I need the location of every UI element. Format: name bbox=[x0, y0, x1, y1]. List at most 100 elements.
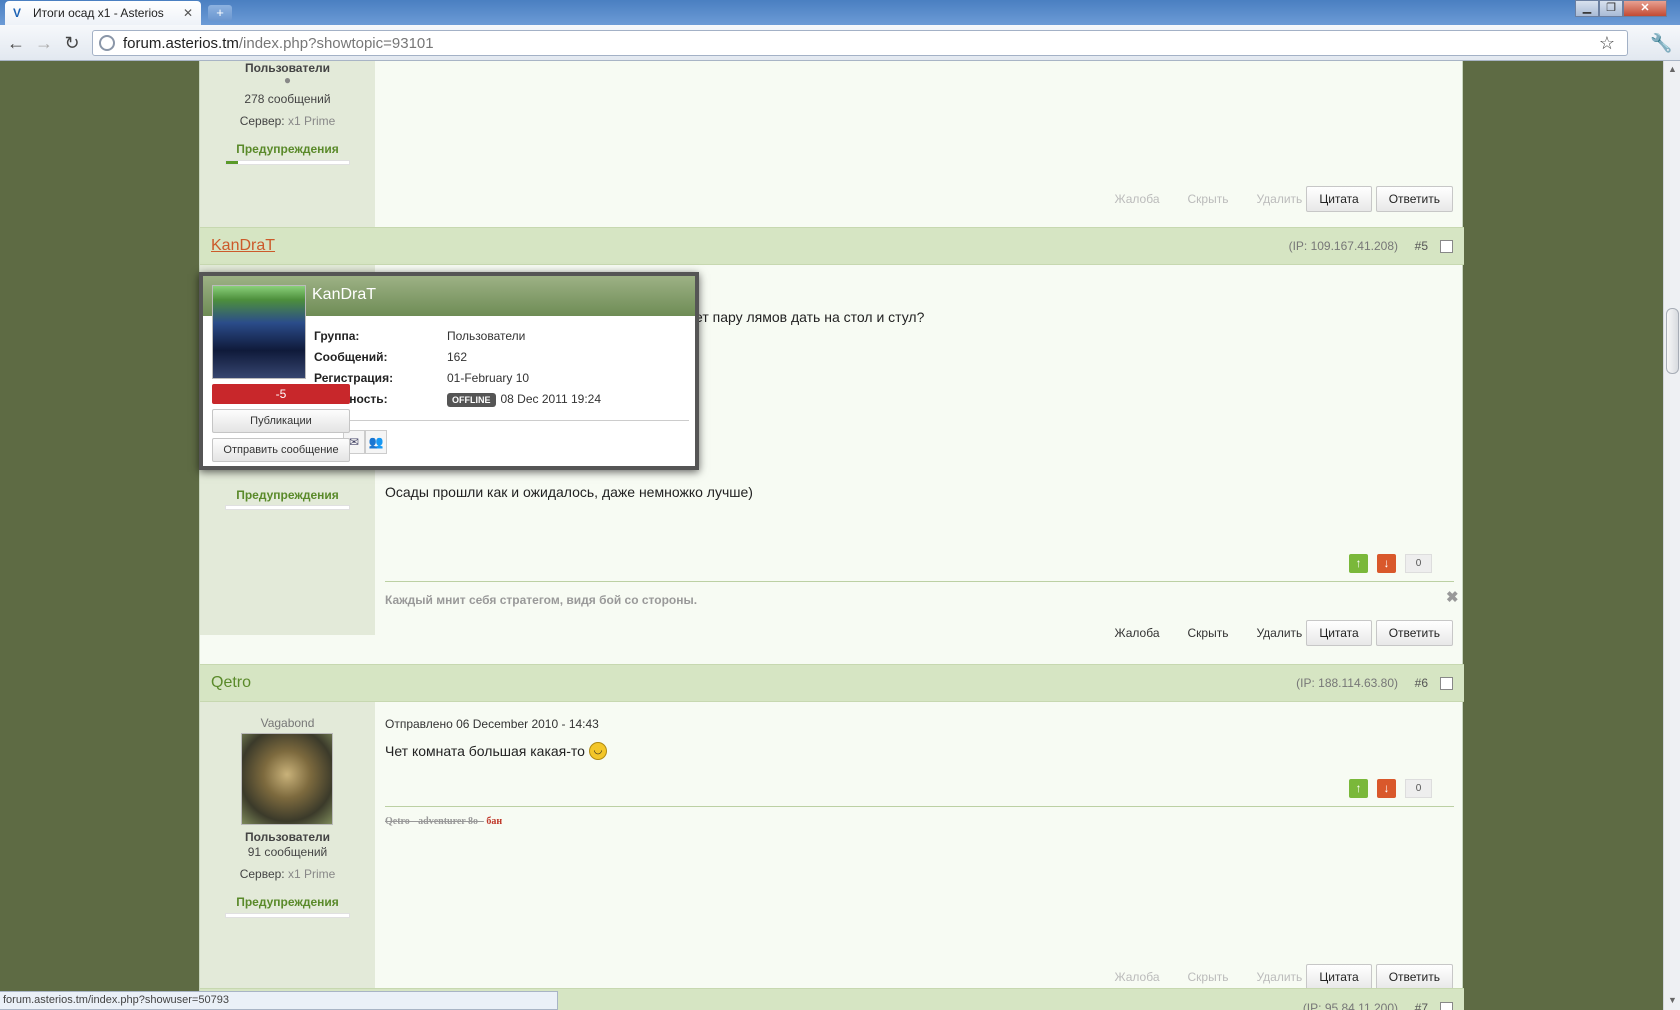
member-title: Vagabond bbox=[260, 716, 315, 730]
vote-down-icon[interactable]: ↓ bbox=[1377, 779, 1396, 798]
server-name: x1 Prime bbox=[287, 867, 336, 881]
publications-button[interactable]: Публикации bbox=[212, 409, 350, 433]
close-signature-icon[interactable]: ✖ bbox=[1446, 588, 1459, 606]
user-card-popup: KanDraT Группа: Пользователи Сообщений: … bbox=[199, 272, 699, 470]
popup-registration-row: Регистрация: 01-February 10 bbox=[314, 371, 529, 385]
warnings-link[interactable]: Предупреждения bbox=[200, 488, 375, 502]
post-6-number[interactable]: #6 bbox=[1415, 676, 1428, 690]
reply-button[interactable]: Ответить bbox=[1375, 964, 1453, 990]
post-4-actions: Жалоба Скрыть Удалить Цитата Ответить bbox=[1087, 186, 1453, 212]
post-6-sidebar: Vagabond Пользователи 91 сообщений Серве… bbox=[200, 702, 375, 988]
back-icon[interactable]: ← bbox=[6, 33, 26, 53]
dot-icon: ● bbox=[283, 73, 292, 87]
window-controls: ▁ ❐ ✕ bbox=[1575, 0, 1667, 18]
post-5-rating: ↑ ↓ 0 bbox=[1340, 554, 1432, 573]
server-line: Сервер: x1 Prime bbox=[200, 867, 375, 881]
wrench-menu-icon[interactable]: 🔧 bbox=[1650, 33, 1672, 54]
popup-avatar[interactable] bbox=[212, 285, 306, 379]
address-bar[interactable]: forum.asterios.tm /index.php?showtopic=9… bbox=[92, 30, 1628, 56]
popup-activity-row: Активность: OFFLINE 08 Dec 2011 19:24 bbox=[314, 392, 602, 407]
scroll-thumb[interactable] bbox=[1666, 308, 1679, 374]
rating-score: 0 bbox=[1405, 554, 1432, 573]
popup-posts-row: Сообщений: 162 bbox=[314, 350, 467, 364]
reply-button[interactable]: Ответить bbox=[1375, 186, 1453, 212]
quote-button[interactable]: Цитата bbox=[1306, 620, 1372, 646]
popup-divider bbox=[314, 420, 689, 421]
post-6-actions: Жалоба Скрыть Удалить Цитата Ответить bbox=[1087, 964, 1453, 990]
popup-group-row: Группа: Пользователи bbox=[314, 329, 525, 343]
delete-link[interactable]: Удалить bbox=[1256, 626, 1302, 640]
warnings-bar bbox=[225, 160, 350, 165]
post-6-rating: ↑ ↓ 0 bbox=[1340, 779, 1432, 798]
url-host: forum.asterios.tm bbox=[123, 34, 239, 52]
delete-link[interactable]: Удалить bbox=[1256, 192, 1302, 206]
complain-link[interactable]: Жалоба bbox=[1115, 626, 1160, 640]
hide-link[interactable]: Скрыть bbox=[1188, 192, 1229, 206]
complain-link[interactable]: Жалоба bbox=[1115, 192, 1160, 206]
forward-icon[interactable]: → bbox=[34, 33, 54, 53]
server-label: Сервер: bbox=[239, 114, 285, 128]
browser-toolbar: ← → ↻ forum.asterios.tm /index.php?showt… bbox=[0, 25, 1680, 61]
post-6-text-line: Чет комната большая какая-то ◡ bbox=[385, 742, 607, 760]
new-tab-button[interactable]: + bbox=[208, 5, 232, 21]
scroll-up-icon[interactable]: ▲ bbox=[1668, 64, 1677, 74]
post-6-date: Отправлено 06 December 2010 - 14:43 bbox=[385, 717, 599, 731]
signature-ban: бан bbox=[486, 816, 503, 827]
warnings-bar bbox=[225, 913, 350, 918]
reputation-badge: -5 bbox=[212, 384, 350, 404]
post-5-header: KanDraT (IP: 109.167.41.208) #5 bbox=[200, 227, 1464, 265]
post-6-select-checkbox[interactable] bbox=[1440, 677, 1453, 690]
add-friend-icon[interactable]: 👥 bbox=[365, 430, 387, 454]
minimize-icon[interactable]: ▁ bbox=[1575, 0, 1599, 17]
avatar[interactable] bbox=[241, 733, 333, 825]
url-path: /index.php?showtopic=93101 bbox=[238, 34, 434, 52]
post-4-sidebar: Пользователи ● 278 сообщений Сервер: x1 … bbox=[200, 61, 375, 227]
vote-down-icon[interactable]: ↓ bbox=[1377, 554, 1396, 573]
globe-icon bbox=[99, 35, 115, 51]
vote-up-icon[interactable]: ↑ bbox=[1349, 554, 1368, 573]
close-window-icon[interactable]: ✕ bbox=[1623, 0, 1667, 17]
post-5-number[interactable]: #5 bbox=[1415, 239, 1428, 253]
quote-button[interactable]: Цитата bbox=[1306, 964, 1372, 990]
reload-icon[interactable]: ↻ bbox=[62, 33, 82, 53]
post-7-ip: (IP: 95.84.11.200) bbox=[1302, 1001, 1398, 1010]
quote-button[interactable]: Цитата bbox=[1306, 186, 1372, 212]
reply-button[interactable]: Ответить bbox=[1375, 620, 1453, 646]
registration-value: 01-February 10 bbox=[447, 371, 530, 385]
tab-close-icon[interactable]: ✕ bbox=[183, 6, 193, 20]
activity-value: OFFLINE 08 Dec 2011 19:24 bbox=[447, 392, 602, 407]
page-scrollbar[interactable]: ▲ ▼ bbox=[1663, 61, 1680, 1010]
bookmark-star-icon[interactable]: ☆ bbox=[1599, 33, 1615, 54]
hide-link[interactable]: Скрыть bbox=[1188, 970, 1229, 984]
maximize-icon[interactable]: ❐ bbox=[1599, 0, 1623, 17]
post-5-author[interactable]: KanDraT bbox=[211, 237, 275, 255]
hide-link[interactable]: Скрыть bbox=[1188, 626, 1229, 640]
post-6-author[interactable]: Qetro bbox=[211, 674, 251, 692]
complain-link[interactable]: Жалоба bbox=[1115, 970, 1160, 984]
browser-tab[interactable]: V Итоги осад x1 - Asterios ✕ bbox=[5, 1, 201, 25]
post-5-text-partial: ет пару лямов дать на стол и стул? bbox=[695, 309, 925, 325]
post-6-ip: (IP: 188.114.63.80) bbox=[1296, 676, 1398, 690]
send-message-button[interactable]: Отправить сообщение bbox=[212, 438, 350, 462]
warnings-link[interactable]: Предупреждения bbox=[200, 895, 375, 909]
delete-link[interactable]: Удалить bbox=[1256, 970, 1302, 984]
rating-score: 0 bbox=[1405, 779, 1432, 798]
server-name: x1 Prime bbox=[287, 114, 336, 128]
warnings-link[interactable]: Предупреждения bbox=[200, 142, 375, 156]
last-seen: 08 Dec 2011 19:24 bbox=[500, 392, 602, 406]
post-5-ip: (IP: 109.167.41.208) bbox=[1288, 239, 1398, 253]
signature-divider bbox=[385, 581, 1454, 582]
scroll-down-icon[interactable]: ▼ bbox=[1668, 995, 1677, 1005]
vote-up-icon[interactable]: ↑ bbox=[1349, 779, 1368, 798]
server-label: Сервер: bbox=[239, 867, 285, 881]
post-5-select-checkbox[interactable] bbox=[1440, 240, 1453, 253]
post-6-header: Qetro (IP: 188.114.63.80) #6 bbox=[200, 664, 1464, 702]
post-6-text: Чет комната большая какая-то bbox=[385, 743, 585, 759]
author-group: Пользователи bbox=[244, 830, 331, 844]
post-7-number[interactable]: #7 bbox=[1415, 1001, 1428, 1010]
forum-page: Пользователи ● 278 сообщений Сервер: x1 … bbox=[199, 61, 1464, 1010]
post-6: Vagabond Пользователи 91 сообщений Серве… bbox=[200, 702, 1464, 990]
post-7-select-checkbox[interactable] bbox=[1440, 1002, 1453, 1010]
posts-count: 278 сообщений bbox=[244, 92, 331, 106]
tab-title: Итоги осад x1 - Asterios bbox=[33, 6, 164, 20]
